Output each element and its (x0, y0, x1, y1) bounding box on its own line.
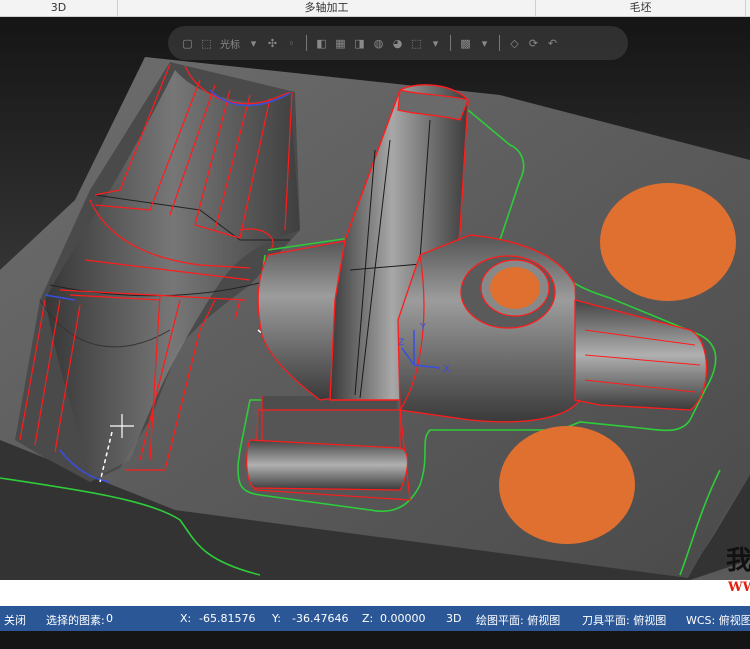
status-z-label: Z: (362, 612, 374, 625)
toolbar-separator (306, 35, 307, 51)
snap-icon[interactable]: ✣ (265, 36, 280, 51)
watermark-logo: 我 (726, 546, 750, 576)
tab-stock[interactable]: 毛坯 (536, 0, 746, 16)
viewport-canvas[interactable]: Y X Z (0, 17, 750, 580)
status-gplane[interactable]: 绘图平面: 俯视图 (476, 612, 560, 628)
window-bottom-edge (0, 631, 750, 649)
point-icon[interactable]: ◦ (284, 36, 299, 51)
viewport-footer-strip (0, 580, 750, 606)
status-z-value: 0.00000 (380, 612, 426, 625)
view-toolbar: ▢ ⬚ 光标 ▾ ✣ ◦ ◧ ▦ ◨ ◍ ◕ ⬚ ▾ ▩ ▾ ◇ ⟳ ↶ (168, 26, 628, 60)
rotate-icon[interactable]: ⟳ (526, 36, 541, 51)
status-wcs[interactable]: WCS: 俯视图 (686, 612, 750, 628)
wire-icon[interactable]: ▦ (333, 36, 348, 51)
hole-upper-right (600, 183, 736, 301)
tab-3d[interactable]: 3D (0, 0, 118, 16)
status-y-value: -36.47646 (292, 612, 349, 625)
status-y-label: Y: (272, 612, 281, 625)
cube-view-icon[interactable]: ◇ (507, 36, 522, 51)
watermark-text: WW (728, 580, 750, 595)
toolbar-cursor-label[interactable]: 光标 (218, 36, 242, 51)
status-toggle[interactable]: 关闭 (4, 612, 26, 628)
hole-lower (499, 426, 635, 544)
status-bar: 关闭 选择的图素: 0 X: -65.81576 Y: -36.47646 Z:… (0, 606, 750, 631)
chevron-down-icon-3[interactable]: ▾ (477, 36, 492, 51)
status-tplane[interactable]: 刀具平面: 俯视图 (582, 612, 666, 628)
toolbar-separator-3 (499, 35, 500, 51)
tab-multiaxis[interactable]: 多轴加工 (118, 0, 536, 16)
edges-icon[interactable]: ◨ (352, 36, 367, 51)
select-cursor-icon[interactable]: ⬚ (199, 36, 214, 51)
graphics-viewport[interactable]: Y X Z (0, 17, 750, 580)
status-selected-label: 选择的图素: (46, 614, 105, 627)
lock-icon[interactable]: ▢ (180, 36, 195, 51)
status-x-value: -65.81576 (199, 612, 256, 625)
small-block-rounded (246, 439, 409, 491)
boss-hole (490, 267, 540, 309)
status-x-label: X: (180, 612, 192, 625)
undo-view-icon[interactable]: ↶ (545, 36, 560, 51)
ribbon-tab-strip: 3D 多轴加工 毛坯 (0, 0, 750, 17)
status-selected-value: 0 (106, 612, 113, 625)
axis-z-label: Z (398, 338, 404, 348)
axis-x-label: X (443, 364, 450, 375)
shade-icon[interactable]: ◧ (314, 36, 329, 51)
render-icon[interactable]: ◍ (371, 36, 386, 51)
chevron-down-icon[interactable]: ▾ (246, 36, 261, 51)
axis-y-label: Y (419, 322, 427, 333)
toolbar-separator-2 (450, 35, 451, 51)
status-mode[interactable]: 3D (446, 612, 461, 625)
chevron-down-icon-2[interactable]: ▾ (428, 36, 443, 51)
select-icon[interactable]: ⬚ (409, 36, 424, 51)
color-icon[interactable]: ◕ (390, 36, 405, 51)
grid-icon[interactable]: ▩ (458, 36, 473, 51)
